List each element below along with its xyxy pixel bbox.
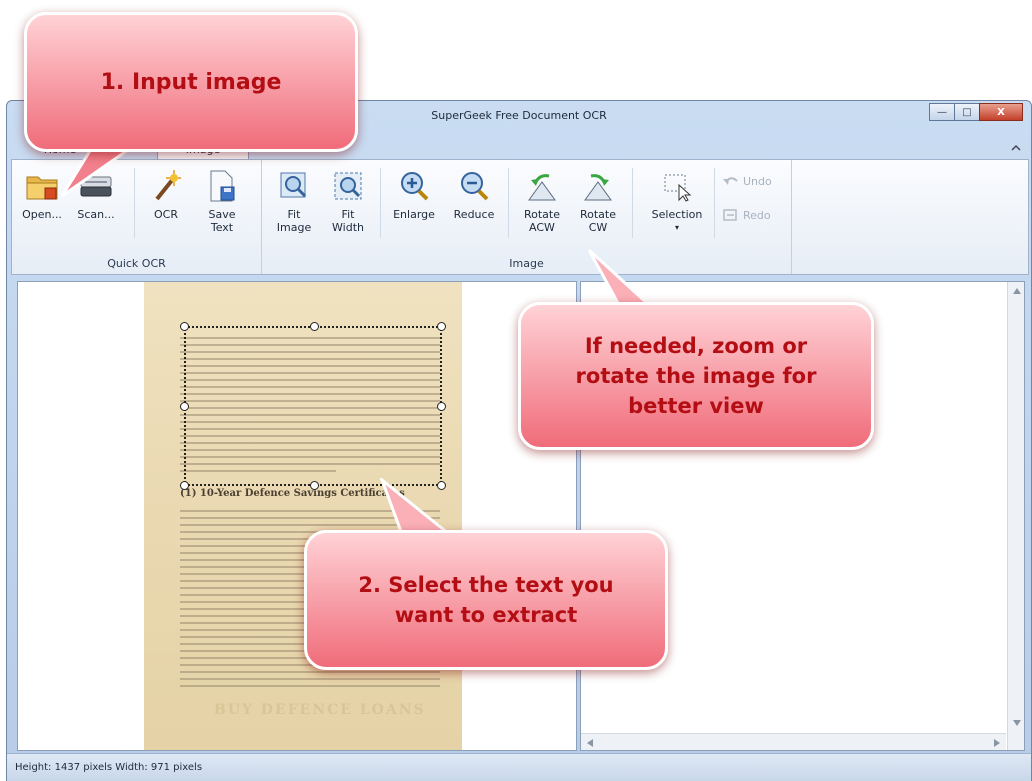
scroll-left-icon[interactable] [587, 739, 593, 747]
undo-icon [722, 174, 740, 188]
app-window: SuperGeek Free Document OCR — □ X Home I… [6, 100, 1032, 781]
undo-label: Undo [743, 174, 772, 188]
fit-image-button[interactable]: Fit Image [268, 166, 320, 250]
fit-width-label: Fit Width [332, 208, 364, 234]
selection-rectangle[interactable] [180, 322, 446, 490]
ribbon: Open... Scan... OCR Save Text Quick OCR … [11, 159, 1029, 275]
window-controls: — □ X [929, 103, 1023, 121]
maximize-button[interactable]: □ [954, 103, 980, 121]
redo-button[interactable]: Redo [722, 208, 771, 222]
selection-handle[interactable] [180, 481, 189, 490]
group-image: Fit Image Fit Width Enlarge Reduce Rotat… [262, 160, 792, 274]
selection-icon [657, 166, 697, 206]
selection-button[interactable]: Selection ▾ [644, 166, 710, 250]
fit-width-icon [328, 166, 368, 206]
save-text-icon [202, 166, 242, 206]
group-label-image: Image [509, 257, 544, 270]
callout-input-image: 1. Input image [24, 12, 358, 152]
rotate-acw-icon [522, 166, 562, 206]
scroll-right-icon[interactable] [994, 739, 1000, 747]
fit-image-icon [274, 166, 314, 206]
document-heading: (1) 10-Year Defence Savings Certificates [180, 488, 405, 499]
selection-handle[interactable] [437, 322, 446, 331]
undo-button[interactable]: Undo [722, 174, 772, 188]
rotate-cw-button[interactable]: Rotate CW [572, 166, 624, 250]
enlarge-label: Enlarge [393, 208, 435, 221]
ribbon-minimize-icon[interactable] [1011, 144, 1021, 152]
image-dimensions-status: Height: 1437 pixels Width: 971 pixels [15, 762, 203, 773]
horizontal-scrollbar[interactable] [581, 733, 1006, 750]
scroll-down-icon[interactable] [1013, 720, 1021, 726]
redo-icon [722, 208, 740, 222]
selection-handle[interactable] [180, 402, 189, 411]
group-separator [632, 168, 633, 238]
magic-wand-icon [146, 166, 186, 206]
group-label-quick-ocr: Quick OCR [107, 257, 166, 270]
status-bar: Height: 1437 pixels Width: 971 pixels [7, 753, 1031, 781]
scan-label: Scan... [77, 208, 115, 221]
selection-handle[interactable] [437, 402, 446, 411]
enlarge-button[interactable]: Enlarge [388, 166, 440, 250]
rotate-acw-label: Rotate ACW [523, 208, 560, 234]
rotate-acw-button[interactable]: Rotate ACW [516, 166, 568, 250]
zoom-out-icon [454, 166, 494, 206]
group-separator [714, 168, 715, 238]
minimize-button[interactable]: — [929, 103, 955, 121]
image-pane[interactable]: (1) 10-Year Defence Savings Certificates… [17, 281, 577, 751]
vertical-scrollbar[interactable] [1007, 282, 1024, 750]
close-button[interactable]: X [979, 103, 1023, 121]
ocr-label: OCR [154, 208, 178, 221]
fit-width-button[interactable]: Fit Width [322, 166, 374, 250]
reduce-label: Reduce [453, 208, 495, 221]
fit-image-label: Fit Image [276, 208, 312, 234]
zoom-in-icon [394, 166, 434, 206]
callout-select-text: 2. Select the text you want to extract [304, 530, 668, 670]
rotate-cw-label: Rotate CW [579, 208, 616, 234]
save-text-label: Save Text [208, 208, 236, 234]
selection-dropdown-arrow[interactable]: ▾ [675, 221, 679, 234]
scroll-up-icon[interactable] [1013, 288, 1021, 294]
selection-label: Selection [651, 208, 703, 221]
reduce-button[interactable]: Reduce [448, 166, 500, 250]
selection-handle[interactable] [180, 322, 189, 331]
document-footer-text: BUY DEFENCE LOANS [214, 702, 426, 718]
group-separator [380, 168, 381, 238]
callout-zoom-rotate: If needed, zoom or rotate the image for … [518, 302, 874, 450]
selection-handle[interactable] [310, 322, 319, 331]
selection-handle[interactable] [310, 481, 319, 490]
rotate-cw-icon [578, 166, 618, 206]
redo-label: Redo [743, 208, 771, 222]
open-label: Open... [22, 208, 62, 221]
group-separator [508, 168, 509, 238]
save-text-button[interactable]: Save Text [196, 166, 248, 250]
